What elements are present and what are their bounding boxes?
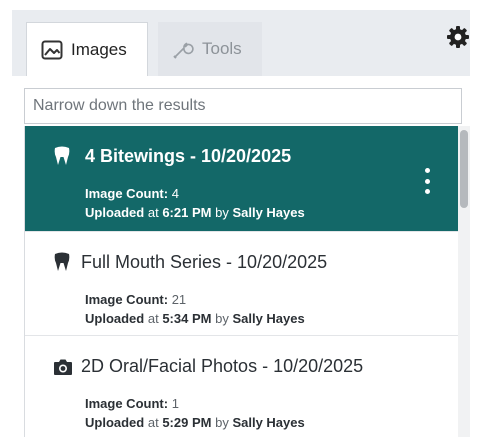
- upload-time: 6:21 PM: [162, 205, 212, 220]
- tab-images[interactable]: Images: [26, 22, 148, 76]
- item-title: 2D Oral/Facial Photos - 10/20/2025: [81, 356, 364, 376]
- tab-images-label: Images: [71, 39, 127, 59]
- upload-time: 5:29 PM: [162, 415, 212, 430]
- upload-time: 5:34 PM: [162, 311, 212, 326]
- image-count: 4: [171, 186, 179, 201]
- list-item[interactable]: 4 Bitewings - 10/20/2025 Image Count: 4 …: [25, 126, 463, 232]
- tooth-icon: [54, 146, 70, 165]
- image-icon: [41, 40, 63, 59]
- image-count: 1: [171, 396, 179, 411]
- item-meta: Image Count: 21 Uploaded at 5:34 PM by S…: [85, 292, 305, 326]
- uploader: Sally Hayes: [232, 415, 305, 430]
- more-options-icon[interactable]: [419, 164, 435, 198]
- scrollbar[interactable]: [458, 126, 470, 437]
- uploader: Sally Hayes: [232, 311, 305, 326]
- tab-tools[interactable]: Tools: [158, 22, 262, 76]
- tab-bar: Images Tools: [12, 10, 470, 76]
- gear-icon[interactable]: [446, 25, 470, 49]
- wrench-icon: [173, 42, 194, 59]
- item-title: 4 Bitewings - 10/20/2025: [85, 146, 292, 166]
- camera-icon: [54, 359, 72, 375]
- item-meta: Image Count: 4 Uploaded at 6:21 PM by Sa…: [85, 186, 305, 220]
- search-input[interactable]: [24, 88, 462, 124]
- item-title: Full Mouth Series - 10/20/2025: [81, 252, 328, 272]
- scrollbar-thumb[interactable]: [460, 130, 468, 208]
- tooth-icon: [54, 252, 70, 271]
- list-item[interactable]: Full Mouth Series - 10/20/2025 Image Cou…: [25, 232, 463, 336]
- image-series-list: 4 Bitewings - 10/20/2025 Image Count: 4 …: [24, 126, 463, 437]
- image-count: 21: [171, 292, 187, 307]
- uploader: Sally Hayes: [232, 205, 305, 220]
- tab-tools-label: Tools: [202, 39, 242, 58]
- item-meta: Image Count: 1 Uploaded at 5:29 PM by Sa…: [85, 396, 305, 430]
- list-item[interactable]: 2D Oral/Facial Photos - 10/20/2025 Image…: [25, 336, 463, 437]
